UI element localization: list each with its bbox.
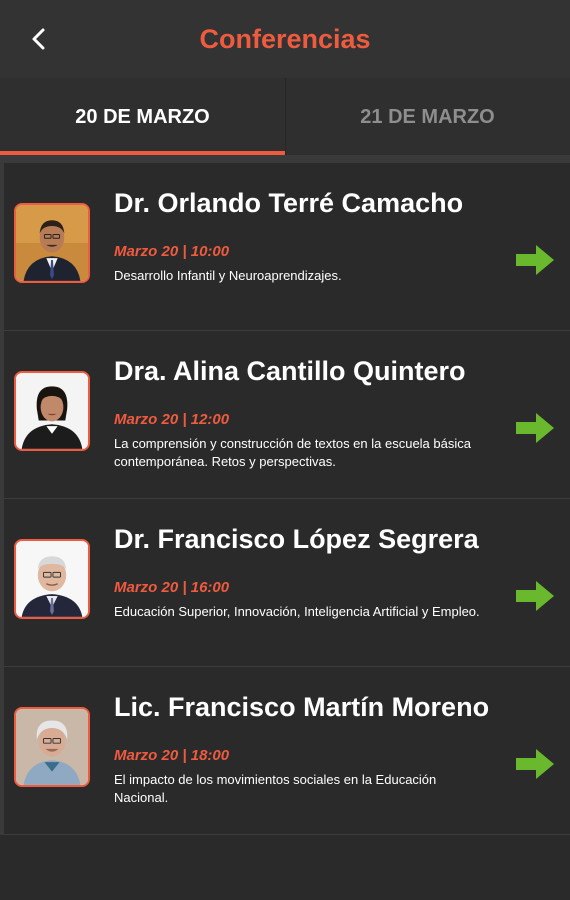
session-time: Marzo 20 | 16:00 [114,579,230,596]
session-description: El impacto de los movimientos sociales e… [114,772,437,805]
session-description: Educación Superior, Innovación, Intelige… [114,604,480,619]
tab-20-marzo[interactable]: 20 DE MARZO [0,78,285,156]
arrow-right-icon[interactable] [514,579,556,613]
avatar [14,203,90,283]
speaker-name: Dr. Francisco López Segrera [114,524,479,554]
arrow-right-icon[interactable] [514,411,556,445]
speaker-name: Lic. Francisco Martín Moreno [114,692,490,722]
avatar [14,371,90,451]
conference-list: Dr. Orlando Terré Camacho Marzo 20 | 10:… [0,163,570,835]
avatar [14,707,90,787]
session-time: Marzo 20 | 18:00 [114,747,230,764]
page-title: Conferencias [199,24,371,54]
top-app-bar: Conferencias [0,0,570,78]
list-item[interactable]: Dr. Francisco López Segrera Marzo 20 | 1… [0,499,570,667]
arrow-right-icon[interactable] [514,747,556,781]
speaker-name: Dr. Orlando Terré Camacho [114,188,464,218]
list-item[interactable]: Dr. Orlando Terré Camacho Marzo 20 | 10:… [0,163,570,331]
speaker-name: Dra. Alina Cantillo Quintero [114,356,466,386]
speaker-photo-icon [16,373,88,449]
tab-divider [285,78,286,156]
speaker-photo-icon [16,709,88,785]
list-item[interactable]: Lic. Francisco Martín Moreno Marzo 20 | … [0,667,570,835]
session-description: La comprensión y construcción de textos … [114,436,471,469]
arrow-right-icon[interactable] [514,243,556,277]
session-description: Desarrollo Infantil y Neuroaprendizajes. [114,268,342,283]
list-item[interactable]: Dra. Alina Cantillo Quintero Marzo 20 | … [0,331,570,499]
speaker-photo-icon [16,205,88,281]
tab-21-marzo[interactable]: 21 DE MARZO [285,78,570,156]
tab-bar-bottom-border [0,155,570,163]
session-time: Marzo 20 | 12:00 [114,411,230,428]
session-time: Marzo 20 | 10:00 [114,243,230,260]
avatar [14,539,90,619]
speaker-photo-icon [16,541,88,617]
app-screen: Conferencias 20 DE MARZO 21 DE MARZO Dr.… [0,0,570,900]
